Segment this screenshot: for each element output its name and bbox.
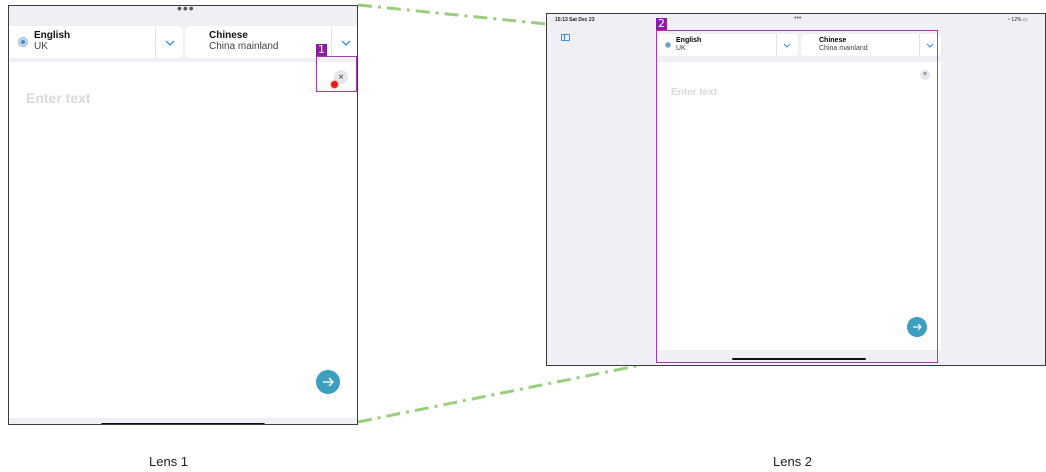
arrow-right-icon — [323, 377, 334, 387]
chevron-down-icon[interactable] — [338, 35, 354, 51]
text-input-placeholder[interactable]: Enter text — [26, 90, 91, 106]
translate-button[interactable] — [316, 370, 340, 394]
highlight-box-label: 1 — [316, 43, 327, 56]
multitask-dots[interactable]: ••• — [177, 6, 195, 16]
highlight-box-1: 1 — [316, 44, 357, 92]
home-indicator[interactable] — [101, 423, 265, 424]
chevron-down-icon[interactable] — [162, 35, 178, 51]
target-language-region: China mainland — [209, 41, 279, 52]
battery-icon: ▭ — [1022, 17, 1028, 23]
source-language-region: UK — [34, 41, 48, 52]
status-time: 15:13 Sat Dec 23 — [555, 17, 595, 23]
radio-icon[interactable] — [18, 37, 28, 47]
lens1-caption: Lens 1 — [149, 454, 189, 469]
sidebar-toggle-icon[interactable] — [561, 34, 570, 41]
source-language-selector[interactable]: English UK — [9, 26, 183, 58]
multitask-dots[interactable]: ••• — [794, 15, 801, 22]
highlight-box-label: 2 — [656, 17, 667, 30]
lens2-caption: Lens 2 — [773, 454, 813, 469]
status-bar: 15:13 Sat Dec 23 ••• ◔ 12% ▭ — [547, 14, 1045, 26]
wifi-icon: ◔ — [1007, 17, 1011, 23]
target-language-selector[interactable]: Chinese China mainland — [185, 26, 357, 58]
status-right: ◔ 12% ▭ — [1007, 17, 1028, 23]
language-bar: English UK Chinese China mainland — [9, 26, 357, 58]
text-input-panel[interactable] — [9, 62, 357, 418]
target-language-name: Chinese — [209, 30, 248, 41]
source-language-name: English — [34, 30, 71, 41]
divider — [155, 26, 156, 58]
battery-level: 12% — [1011, 17, 1022, 23]
highlight-box-2: 2 — [656, 18, 938, 363]
lens1-zoom-view: ••• English UK Chinese China mainland × … — [8, 5, 358, 425]
divider — [331, 26, 332, 58]
